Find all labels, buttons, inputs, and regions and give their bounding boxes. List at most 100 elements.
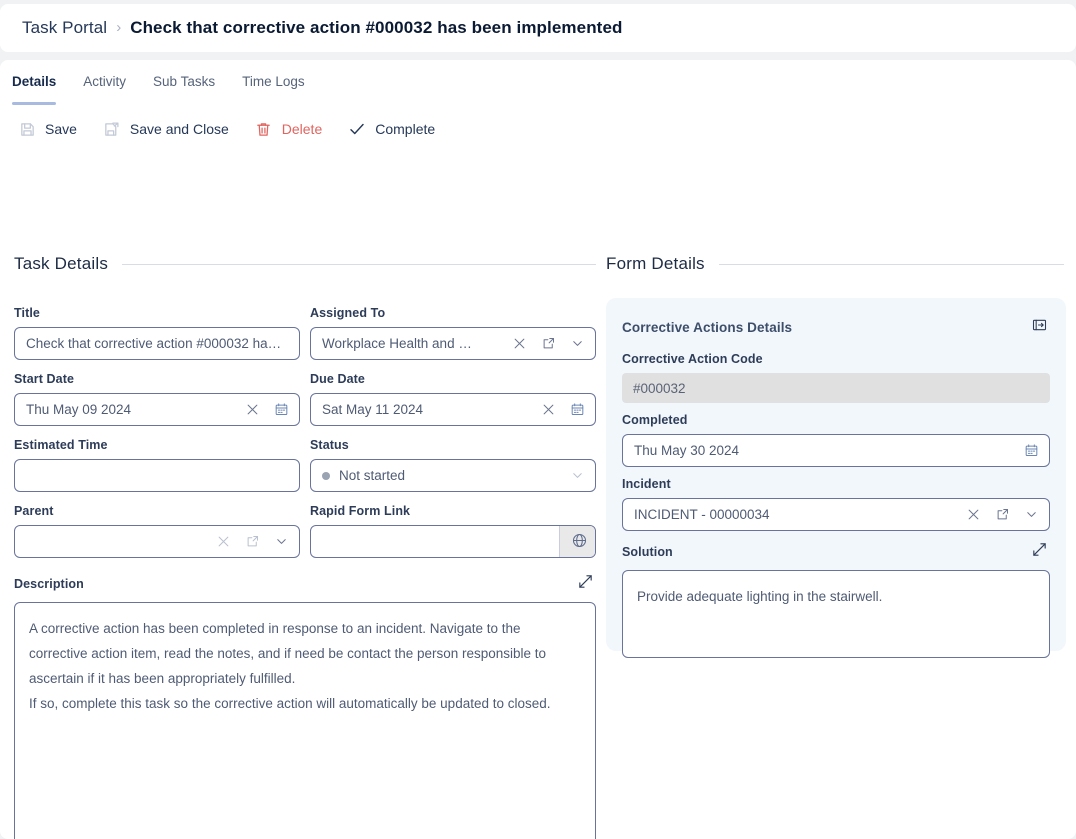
complete-button-label: Complete	[375, 121, 436, 137]
completed-actions	[1018, 437, 1045, 464]
task-details-section-header: Task Details	[14, 254, 596, 274]
start-date-label: Start Date	[14, 372, 75, 386]
solution-expand-button[interactable]	[1028, 541, 1050, 563]
incident-input[interactable]: INCIDENT - 00000034	[622, 498, 1050, 531]
tab-details[interactable]: Details	[12, 70, 70, 105]
field-solution: Solution Provide adequate lighting in th…	[622, 541, 1050, 658]
description-textarea[interactable]: A corrective action has been completed i…	[14, 602, 596, 839]
panel-title: Corrective Actions Details	[622, 319, 793, 335]
complete-button[interactable]: Complete	[348, 120, 435, 138]
open-in-new-icon[interactable]	[989, 501, 1016, 528]
rapid-form-link-input[interactable]	[310, 525, 596, 558]
form-details-title: Form Details	[606, 254, 705, 273]
calendar-icon[interactable]	[564, 396, 591, 423]
field-due-date: Due Date Sat May 11 2024	[310, 372, 596, 426]
rapid-form-link-label: Rapid Form Link	[310, 504, 411, 518]
status-dot-icon	[322, 471, 330, 480]
completed-input[interactable]: Thu May 30 2024	[622, 434, 1050, 467]
action-toolbar: Save Save and Close Delete Complete	[18, 120, 461, 138]
globe-icon	[571, 532, 588, 552]
task-details-title: Task Details	[14, 254, 109, 273]
status-value: Not started	[339, 468, 406, 483]
title-value: Check that corrective action #000032 ha…	[26, 336, 282, 351]
assigned-to-actions	[506, 330, 591, 357]
estimated-time-input[interactable]	[14, 459, 300, 492]
close-icon[interactable]	[506, 330, 533, 357]
field-assigned-to: Assigned To Workplace Health and …	[310, 306, 596, 360]
title-label: Title	[14, 306, 40, 320]
description-paragraph: A corrective action has been completed i…	[29, 621, 547, 686]
floppy-disk-arrow-icon	[103, 120, 121, 138]
completed-value: Thu May 30 2024	[634, 443, 740, 458]
chevron-down-icon[interactable]	[268, 528, 295, 555]
title-input[interactable]: Check that corrective action #000032 ha…	[14, 327, 300, 360]
calendar-icon[interactable]	[1018, 437, 1045, 464]
panel-expand-button[interactable]	[1028, 316, 1050, 338]
save-button[interactable]: Save	[18, 120, 77, 138]
check-icon	[348, 120, 366, 138]
calendar-icon[interactable]	[268, 396, 295, 423]
tab-activity[interactable]: Activity	[83, 70, 140, 93]
close-icon[interactable]	[535, 396, 562, 423]
field-corrective-action-code: Corrective Action Code #000032	[622, 352, 1050, 403]
field-title: Title Check that corrective action #0000…	[14, 306, 300, 360]
due-date-value: Sat May 11 2024	[322, 402, 424, 417]
section-divider	[718, 263, 1064, 265]
incident-label: Incident	[622, 477, 671, 491]
field-estimated-time: Estimated Time	[14, 438, 300, 492]
chevron-down-icon[interactable]	[1018, 501, 1045, 528]
panel-expand-icon	[1031, 317, 1048, 338]
solution-textarea[interactable]: Provide adequate lighting in the stairwe…	[622, 570, 1050, 658]
description-label: Description	[14, 577, 84, 591]
delete-button-label: Delete	[281, 121, 323, 137]
tab-time-logs[interactable]: Time Logs	[242, 70, 319, 93]
assigned-to-input[interactable]: Workplace Health and …	[310, 327, 596, 360]
corrective-actions-panel: Corrective Actions Details Corrective Ac…	[606, 298, 1066, 658]
solution-text: Provide adequate lighting in the stairwe…	[637, 589, 883, 604]
assigned-to-value: Workplace Health and …	[322, 336, 472, 351]
form-details-section-header: Form Details	[606, 254, 1064, 274]
page-title: Check that corrective action #000032 has…	[130, 18, 623, 37]
start-date-input[interactable]: Thu May 09 2024	[14, 393, 300, 426]
close-icon	[210, 528, 237, 555]
floppy-disk-icon	[18, 120, 36, 138]
solution-label-row: Solution	[622, 541, 1050, 563]
completed-label: Completed	[622, 413, 688, 427]
header-card: Task Portal › Check that corrective acti…	[0, 4, 1076, 52]
rapid-form-link-open-button[interactable]	[559, 526, 595, 557]
start-date-actions	[239, 396, 295, 423]
field-completed: Completed Thu May 30 2024	[622, 413, 1050, 467]
main-card: Details Activity Sub Tasks Time Logs Sav…	[0, 60, 1076, 839]
breadcrumb-root[interactable]: Task Portal	[22, 18, 107, 38]
field-parent: Parent	[14, 504, 300, 558]
close-icon[interactable]	[960, 501, 987, 528]
incident-actions	[960, 501, 1045, 528]
expand-diagonal-icon	[577, 573, 594, 595]
corrective-action-code-label: Corrective Action Code	[622, 352, 763, 366]
corrective-action-code-value: #000032	[622, 373, 1050, 403]
solution-label: Solution	[622, 545, 673, 559]
description-paragraph: If so, complete this task so the correct…	[29, 696, 551, 711]
breadcrumb-separator-icon: ›	[116, 18, 122, 36]
delete-button[interactable]: Delete	[255, 120, 322, 138]
section-divider	[122, 263, 596, 265]
save-and-close-button[interactable]: Save and Close	[103, 120, 229, 138]
field-start-date: Start Date Thu May 09 2024	[14, 372, 300, 426]
chevron-down-icon[interactable]	[564, 462, 591, 489]
chevron-down-icon[interactable]	[564, 330, 591, 357]
due-date-input[interactable]: Sat May 11 2024	[310, 393, 596, 426]
description-expand-button[interactable]	[574, 573, 596, 595]
status-select[interactable]: Not started	[310, 459, 596, 492]
status-label: Status	[310, 438, 349, 452]
assigned-to-label: Assigned To	[310, 306, 386, 320]
due-date-label: Due Date	[310, 372, 365, 386]
start-date-value: Thu May 09 2024	[26, 402, 132, 417]
tab-sub-tasks[interactable]: Sub Tasks	[153, 70, 229, 93]
parent-input[interactable]	[14, 525, 300, 558]
field-rapid-form-link: Rapid Form Link	[310, 504, 596, 558]
open-in-new-icon[interactable]	[535, 330, 562, 357]
close-icon[interactable]	[239, 396, 266, 423]
save-and-close-button-label: Save and Close	[129, 121, 229, 137]
description-label-row: Description	[14, 573, 596, 595]
estimated-time-label: Estimated Time	[14, 438, 108, 452]
